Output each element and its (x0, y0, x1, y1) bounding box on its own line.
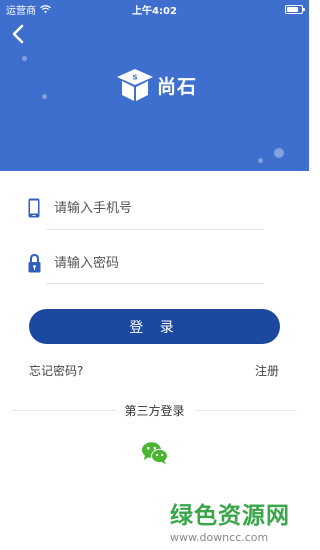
third-party-divider: 第三方登录 (12, 400, 298, 420)
decor-dot (258, 158, 263, 163)
app-logo: S 尚石 (115, 64, 205, 106)
status-bar: 运营商 上午4:02 (0, 0, 309, 18)
logo-badge-text: S (132, 74, 137, 82)
watermark-title: 绿色资源网 (170, 503, 290, 529)
wechat-icon (142, 442, 168, 465)
watermark: 绿色资源网 www.downcc.com (170, 496, 300, 544)
chevron-left-icon (12, 24, 24, 44)
status-time: 上午4:02 (132, 5, 177, 17)
third-party-title: 第三方登录 (124, 403, 185, 418)
divider (194, 409, 298, 411)
decor-dot (22, 56, 27, 61)
battery-icon (285, 5, 305, 14)
phone-input[interactable] (54, 200, 254, 216)
battery-level (287, 7, 299, 12)
decor-dot (42, 94, 47, 99)
phone-icon (26, 197, 42, 219)
login-button[interactable]: 登 录 (29, 309, 280, 344)
wechat-login-button[interactable] (141, 441, 169, 465)
lock-icon (26, 252, 42, 274)
back-button[interactable] (8, 22, 30, 46)
register-link[interactable]: 注册 (255, 362, 279, 379)
password-input[interactable] (54, 255, 254, 271)
logo-text: 尚石 (157, 75, 198, 98)
watermark-url: www.downcc.com (170, 531, 269, 544)
password-underline (46, 283, 264, 284)
phone-field[interactable] (26, 188, 266, 228)
graduation-cap-icon: S (117, 69, 153, 101)
decor-dot (274, 148, 284, 158)
password-field[interactable] (26, 243, 266, 283)
forgot-password-link[interactable]: 忘记密码? (29, 362, 83, 379)
divider (12, 409, 115, 411)
header-banner: S 尚石 (0, 0, 309, 171)
phone-underline (46, 229, 264, 230)
